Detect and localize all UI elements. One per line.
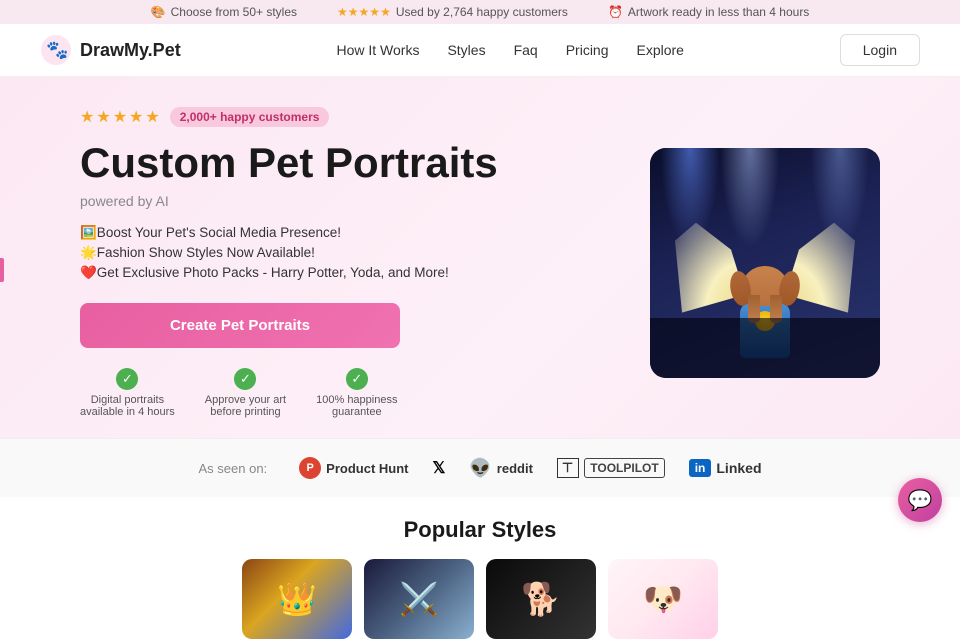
customer-badge: 2,000+ happy customers bbox=[170, 107, 330, 127]
logo-icon: 🐾 bbox=[40, 34, 72, 66]
toolpilot-label: TOOLPILOT bbox=[584, 458, 664, 478]
banner-customers-text: Used by 2,764 happy customers bbox=[396, 5, 568, 19]
as-seen-label: As seen on: bbox=[199, 461, 268, 476]
popular-styles-section: Popular Styles 👑 ⚔️ 🐕 🐶 bbox=[0, 497, 960, 639]
popular-styles-title: Popular Styles bbox=[40, 517, 920, 543]
brand-product-hunt: P Product Hunt bbox=[299, 457, 408, 479]
trust-item-happiness: ✓ 100% happiness guarantee bbox=[316, 368, 397, 418]
hero-features: 🖼️Boost Your Pet's Social Media Presence… bbox=[80, 225, 610, 281]
nav-explore[interactable]: Explore bbox=[637, 42, 684, 58]
brand-reddit: 👽 reddit bbox=[469, 458, 533, 479]
linkedin-icon: in bbox=[689, 459, 712, 477]
nav-accent bbox=[0, 258, 4, 282]
nav-links: How It Works Styles Faq Pricing Explore bbox=[336, 42, 684, 58]
trust-check-1: ✓ bbox=[116, 368, 138, 390]
feature-packs: ❤️Get Exclusive Photo Packs - Harry Pott… bbox=[80, 265, 610, 281]
banner-item-styles: 🎨 Choose from 50+ styles bbox=[151, 5, 297, 19]
brand-linkedin: in Linked bbox=[689, 459, 762, 477]
style-card-jedi-image: ⚔️ bbox=[364, 559, 474, 639]
trust-item-approve: ✓ Approve your art before printing bbox=[205, 368, 286, 418]
clock-icon: ⏰ bbox=[608, 5, 623, 19]
banner-styles-text: Choose from 50+ styles bbox=[171, 5, 297, 19]
style-card-dark-image: 🐕 bbox=[486, 559, 596, 639]
style-card-royal[interactable]: 👑 bbox=[242, 559, 352, 639]
hero-image-container bbox=[650, 148, 880, 378]
style-grid: 👑 ⚔️ 🐕 🐶 bbox=[40, 559, 920, 639]
brand-toolpilot: ⊤ TOOLPILOT bbox=[557, 458, 665, 478]
banner-stars: ★★★★★ bbox=[337, 5, 391, 19]
create-portraits-button[interactable]: Create Pet Portraits bbox=[80, 303, 400, 348]
style-card-cute-image: 🐶 bbox=[608, 559, 718, 639]
reddit-label: reddit bbox=[497, 461, 533, 476]
toolpilot-icon: ⊤ bbox=[557, 458, 579, 478]
banner-item-customers: ★★★★★ Used by 2,764 happy customers bbox=[337, 5, 568, 19]
hero-title: Custom Pet Portraits bbox=[80, 139, 610, 187]
x-twitter-icon: 𝕏 bbox=[432, 458, 445, 478]
trust-label-3: 100% happiness guarantee bbox=[316, 394, 397, 418]
nav-faq[interactable]: Faq bbox=[514, 42, 538, 58]
chat-icon: 💬 bbox=[908, 488, 933, 513]
nav-styles[interactable]: Styles bbox=[447, 42, 485, 58]
login-button[interactable]: Login bbox=[840, 34, 920, 66]
top-banner: 🎨 Choose from 50+ styles ★★★★★ Used by 2… bbox=[0, 0, 960, 24]
logo[interactable]: 🐾 DrawMy.Pet bbox=[40, 34, 181, 66]
trust-check-3: ✓ bbox=[346, 368, 368, 390]
nav-how-it-works[interactable]: How It Works bbox=[336, 42, 419, 58]
nav-pricing[interactable]: Pricing bbox=[566, 42, 609, 58]
trust-check-2: ✓ bbox=[234, 368, 256, 390]
style-card-royal-image: 👑 bbox=[242, 559, 352, 639]
audience-silhouette bbox=[650, 318, 880, 378]
trust-label-1: Digital portraits available in 4 hours bbox=[80, 394, 175, 418]
feature-fashion: 🌟Fashion Show Styles Now Available! bbox=[80, 245, 610, 261]
navigation: 🐾 DrawMy.Pet How It Works Styles Faq Pri… bbox=[0, 24, 960, 77]
trust-item-digital: ✓ Digital portraits available in 4 hours bbox=[80, 368, 175, 418]
hero-subtitle: powered by AI bbox=[80, 193, 610, 209]
hero-stars: ★★★★★ bbox=[80, 107, 162, 127]
brand-x: 𝕏 bbox=[432, 458, 445, 478]
as-seen-on-section: As seen on: P Product Hunt 𝕏 👽 reddit ⊤ … bbox=[0, 438, 960, 497]
svg-text:🐾: 🐾 bbox=[46, 40, 68, 60]
trust-items: ✓ Digital portraits available in 4 hours… bbox=[80, 368, 610, 418]
logo-text: DrawMy.Pet bbox=[80, 40, 181, 61]
hero-section: ★★★★★ 2,000+ happy customers Custom Pet … bbox=[0, 77, 960, 438]
reddit-icon: 👽 bbox=[469, 458, 491, 479]
style-card-jedi[interactable]: ⚔️ bbox=[364, 559, 474, 639]
stage-light-2 bbox=[720, 148, 780, 248]
banner-time-text: Artwork ready in less than 4 hours bbox=[628, 5, 809, 19]
style-card-dark[interactable]: 🐕 bbox=[486, 559, 596, 639]
hero-content: ★★★★★ 2,000+ happy customers Custom Pet … bbox=[80, 107, 610, 418]
product-hunt-label: Product Hunt bbox=[326, 461, 408, 476]
feature-social: 🖼️Boost Your Pet's Social Media Presence… bbox=[80, 225, 610, 241]
trust-label-2: Approve your art before printing bbox=[205, 394, 286, 418]
dog-illustration bbox=[650, 148, 880, 378]
product-hunt-icon: P bbox=[299, 457, 321, 479]
chat-widget[interactable]: 💬 bbox=[898, 478, 942, 522]
style-card-cute[interactable]: 🐶 bbox=[608, 559, 718, 639]
hero-rating: ★★★★★ 2,000+ happy customers bbox=[80, 107, 610, 127]
palette-icon: 🎨 bbox=[151, 5, 166, 19]
hero-image bbox=[650, 148, 880, 378]
banner-item-time: ⏰ Artwork ready in less than 4 hours bbox=[608, 5, 809, 19]
linkedin-label: Linked bbox=[716, 460, 761, 476]
